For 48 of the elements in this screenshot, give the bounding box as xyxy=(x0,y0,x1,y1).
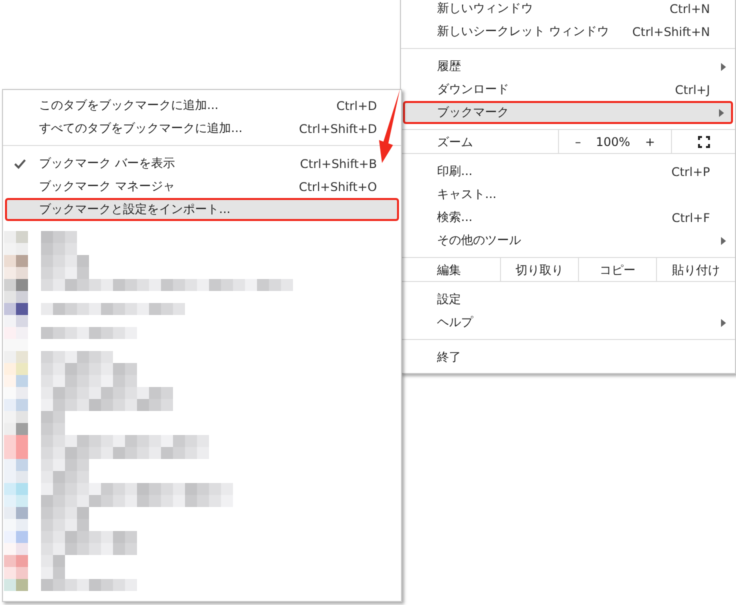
menu-item-label: 印刷... xyxy=(437,163,472,180)
menu-item-label: 検索... xyxy=(437,209,472,226)
menu-item[interactable]: 新しいシークレット ウィンドウ Ctrl+Shift+N xyxy=(401,20,735,43)
menu-item-label: ブックマーク マネージャ xyxy=(39,178,175,195)
fullscreen-icon xyxy=(698,136,710,148)
menu-item[interactable]: 新しいウィンドウ Ctrl+N xyxy=(401,0,735,20)
menu-item-label: ブックマーク xyxy=(437,104,509,121)
menu-item[interactable]: ブックマーク マネージャ Ctrl+Shift+O xyxy=(3,175,401,198)
menu-item-label: ダウンロード xyxy=(437,81,509,98)
menu-item[interactable]: すべてのタブをブックマークに追加... Ctrl+Shift+D xyxy=(3,117,401,140)
menu-item[interactable]: ヘルプ xyxy=(401,311,735,334)
menu-item[interactable]: 検索... Ctrl+F xyxy=(401,206,735,229)
shortcut-label: Ctrl+Shift+O xyxy=(298,180,377,194)
menu-item[interactable]: ブックマーク xyxy=(403,101,733,124)
menu-item-label: ヘルプ xyxy=(437,314,473,331)
menu-item-label: 新しいウィンドウ xyxy=(437,0,533,17)
menu-item-label: ブックマーク バーを表示 xyxy=(39,155,175,172)
menu-item[interactable]: 設定 xyxy=(401,288,735,311)
menu-item[interactable]: 履歴 xyxy=(401,55,735,78)
menu-item[interactable]: 終了 xyxy=(401,346,735,369)
shortcut-label: Ctrl+D xyxy=(336,98,377,112)
shortcut-label: Ctrl+Shift+B xyxy=(300,156,377,170)
shortcut-label: Ctrl+F xyxy=(672,210,710,224)
menu-item-label: 履歴 xyxy=(437,58,461,75)
menu-item-label: 新しいシークレット ウィンドウ xyxy=(437,23,609,40)
zoom-out-button[interactable]: – xyxy=(573,135,583,149)
menu-item[interactable]: 印刷... Ctrl+P xyxy=(401,160,735,183)
menu-item-label: 終了 xyxy=(437,349,461,366)
menu-item-label: すべてのタブをブックマークに追加... xyxy=(39,120,242,137)
shortcut-label: Ctrl+Shift+N xyxy=(632,24,710,38)
zoom-in-button[interactable]: + xyxy=(642,135,657,149)
zoom-value: 100% xyxy=(596,135,630,149)
menu-item[interactable]: キャスト... xyxy=(401,183,735,206)
menu-item-label: キャスト... xyxy=(437,186,496,203)
menu-item-label: その他のツール xyxy=(437,232,521,249)
shortcut-label: Ctrl+P xyxy=(671,164,710,178)
menu-item[interactable]: ブックマークと設定をインポート... xyxy=(5,198,399,221)
menu-item-label: 設定 xyxy=(437,291,461,308)
menu-item[interactable]: このタブをブックマークに追加... Ctrl+D xyxy=(3,94,401,117)
menu-item[interactable]: ダウンロード Ctrl+J xyxy=(401,78,735,101)
shortcut-label: Ctrl+Shift+D xyxy=(299,122,377,136)
menu-item-label: ブックマークと設定をインポート... xyxy=(39,201,230,218)
menu-item[interactable]: ブックマーク バーを表示 Ctrl+Shift+B xyxy=(3,152,401,175)
edit-button[interactable]: 貼り付け xyxy=(657,258,735,282)
shortcut-label: Ctrl+J xyxy=(675,82,710,96)
menu-item[interactable]: その他のツール xyxy=(401,229,735,252)
shortcut-label: Ctrl+N xyxy=(670,2,710,16)
menu-item-label: このタブをブックマークに追加... xyxy=(39,97,218,114)
